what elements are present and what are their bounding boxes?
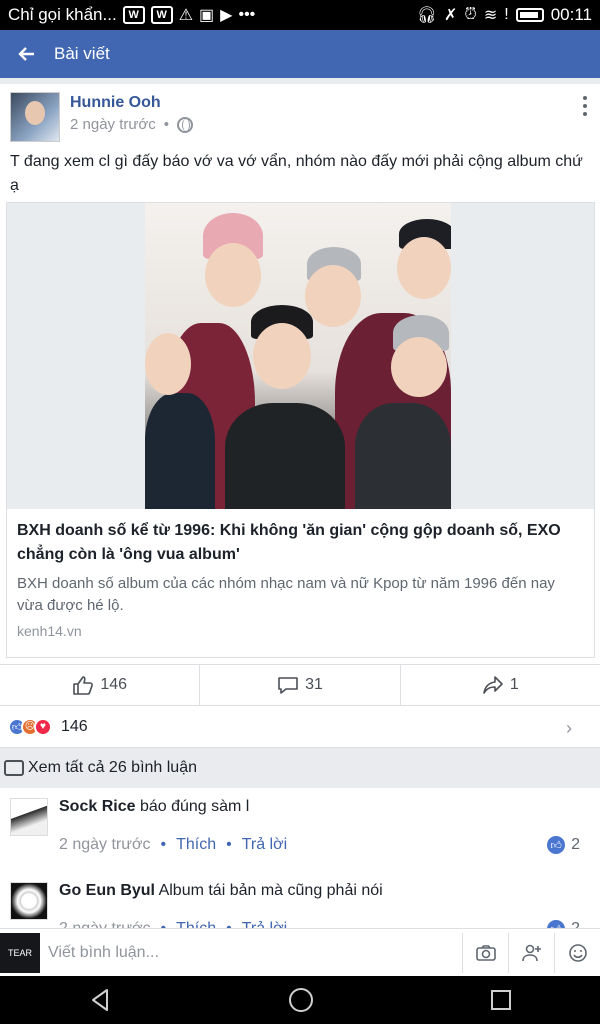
system-nav-bar bbox=[0, 976, 600, 1024]
comment-item: Sock Rice báo đúng sàm l 2 ngày trước • … bbox=[0, 788, 600, 874]
link-domain: kenh14.vn bbox=[17, 623, 82, 639]
comment-reply-button[interactable]: Trả lời bbox=[242, 920, 287, 928]
comment-like-count[interactable]: 👍︎ 2 bbox=[547, 920, 580, 928]
camera-icon bbox=[475, 944, 496, 961]
nav-back-icon[interactable] bbox=[87, 987, 113, 1013]
link-title[interactable]: BXH doanh số kể từ 1996: Khi không 'ăn g… bbox=[17, 519, 582, 567]
clock: 00:11 bbox=[550, 5, 592, 24]
like-reaction-icon: 👍︎ bbox=[547, 920, 566, 928]
comment-like-button[interactable]: Thích bbox=[176, 836, 216, 854]
gallery-icon: ▣ bbox=[199, 7, 215, 24]
alarm-icon: ⏰︎ bbox=[464, 6, 477, 23]
see-all-comments-label: Xem tất cả 26 bình luận bbox=[28, 759, 197, 776]
app-bar: Bài viết bbox=[0, 30, 600, 78]
more-options-icon[interactable] bbox=[582, 96, 588, 116]
comment-bubble-icon bbox=[4, 760, 24, 776]
see-all-comments[interactable]: Xem tất cả 26 bình luận bbox=[0, 748, 600, 788]
sim-alert-icon: ! bbox=[504, 6, 509, 23]
notification-area: Chỉ gọi khẩn... W W ⚠ ▣ ▶ ••• bbox=[8, 5, 417, 25]
app-notification-icon: W bbox=[122, 6, 145, 24]
nav-recents-icon[interactable] bbox=[489, 988, 513, 1012]
smiley-icon bbox=[568, 943, 587, 962]
like-reaction-icon: 👍︎ bbox=[547, 836, 566, 854]
comment-button[interactable]: 31 bbox=[200, 665, 401, 705]
add-person-icon bbox=[521, 944, 541, 961]
warning-icon: ⚠ bbox=[178, 7, 194, 24]
share-button[interactable]: 1 bbox=[401, 665, 600, 705]
notification-text: Chỉ gọi khẩn... bbox=[8, 5, 117, 24]
comment-icon bbox=[278, 677, 298, 694]
commenter-avatar[interactable] bbox=[10, 798, 48, 836]
comment-like-count[interactable]: 👍︎ 2 bbox=[547, 836, 580, 854]
camera-button[interactable] bbox=[462, 932, 508, 973]
like-button[interactable]: 146 bbox=[0, 665, 201, 705]
page-title: Bài viết bbox=[54, 44, 110, 63]
commenter-avatar[interactable] bbox=[10, 882, 48, 920]
tag-friend-button[interactable] bbox=[508, 932, 554, 973]
reactions-summary[interactable]: 👍︎ ☹ ♥ 146 › bbox=[0, 706, 600, 748]
comment-like-button[interactable]: Thích bbox=[176, 920, 216, 928]
link-preview-image bbox=[7, 203, 594, 509]
link-preview[interactable]: BXH doanh số kể từ 1996: Khi không 'ăn g… bbox=[6, 202, 595, 658]
share-count: 1 bbox=[509, 676, 519, 693]
nav-home-icon[interactable] bbox=[287, 986, 315, 1014]
reactions-count: 146 bbox=[61, 717, 88, 735]
comment-count: 31 bbox=[305, 676, 323, 693]
love-reaction-icon: ♥ bbox=[34, 717, 52, 736]
comment-compose-bar: TEAR bbox=[0, 928, 600, 976]
my-avatar: TEAR bbox=[0, 932, 40, 973]
app-notification-icon-2: W bbox=[150, 6, 173, 24]
author-name[interactable]: Hunnie Ooh bbox=[70, 94, 161, 112]
comment-input[interactable] bbox=[40, 932, 462, 973]
wifi-icon: ≋ bbox=[483, 7, 498, 24]
thumbs-up-icon bbox=[73, 676, 94, 695]
link-description: BXH doanh số album của các nhóm nhạc nam… bbox=[17, 575, 555, 614]
commenter-name[interactable]: Go Eun Byul bbox=[59, 882, 155, 899]
comment-text: Album tái bản mà cũng phải nói bbox=[158, 882, 383, 899]
comment-text: báo đúng sàm l bbox=[139, 798, 250, 815]
headphones-icon: 🎧︎ bbox=[416, 7, 437, 24]
post-actions: 146 31 1 bbox=[0, 664, 600, 706]
group-photo bbox=[145, 203, 451, 509]
post-card: Hunnie Ooh 2 ngày trước • T đang xem cl … bbox=[0, 84, 600, 664]
vibrate-icon: ✗ bbox=[443, 7, 458, 24]
post-meta: 2 ngày trước • bbox=[70, 116, 194, 133]
meta-separator: • bbox=[163, 116, 170, 133]
comment-reply-button[interactable]: Trả lời bbox=[242, 836, 287, 854]
comment-list: Sock Rice báo đúng sàm l 2 ngày trước • … bbox=[0, 788, 600, 928]
comment-item: Go Eun Byul Album tái bản mà cũng phải n… bbox=[0, 874, 600, 928]
post-text: T đang xem cl gì đấy báo vớ va vớ vẩn, n… bbox=[10, 153, 583, 194]
back-arrow-icon[interactable] bbox=[0, 30, 54, 78]
chevron-right-icon[interactable]: › bbox=[566, 718, 572, 739]
public-globe-icon bbox=[177, 116, 194, 133]
share-icon bbox=[483, 676, 503, 694]
comment-time: 2 ngày trước bbox=[59, 836, 151, 853]
author-avatar[interactable] bbox=[10, 92, 60, 142]
more-notifications-icon: ••• bbox=[238, 6, 256, 23]
youtube-icon: ▶ bbox=[220, 7, 233, 24]
post-time[interactable]: 2 ngày trước bbox=[70, 116, 156, 133]
comment-time: 2 ngày trước bbox=[59, 920, 150, 928]
battery-icon bbox=[515, 8, 544, 22]
commenter-name[interactable]: Sock Rice bbox=[59, 798, 135, 815]
like-count: 146 bbox=[100, 676, 128, 693]
status-bar: Chỉ gọi khẩn... W W ⚠ ▣ ▶ ••• 🎧︎ ✗ ⏰︎ ≋ … bbox=[0, 0, 600, 30]
emoji-button[interactable] bbox=[554, 932, 600, 973]
